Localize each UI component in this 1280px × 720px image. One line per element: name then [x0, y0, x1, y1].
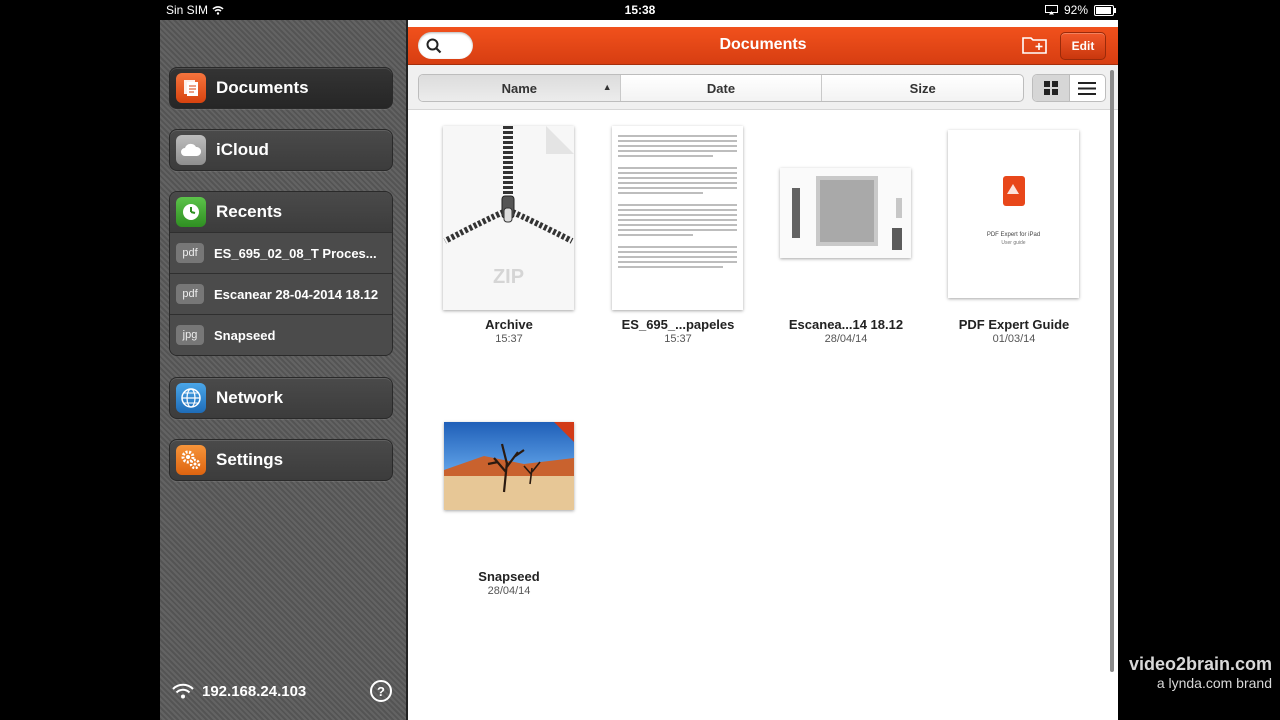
sidebar-item-label: Recents	[216, 202, 283, 221]
guide-thumbnail: PDF Expert for iPad User guide	[948, 130, 1079, 298]
sidebar-item-settings[interactable]: Settings	[169, 439, 393, 481]
file-name: Snapseed	[478, 569, 540, 584]
recent-item-name: ES_695_02_08_T Proces...	[214, 245, 377, 261]
edit-button[interactable]: Edit	[1060, 32, 1106, 60]
list-view-button[interactable]	[1070, 75, 1106, 101]
file-tile-es695[interactable]: ES_695_...papeles 15:37	[594, 120, 762, 350]
file-name: ES_695_...papeles	[621, 317, 735, 332]
sort-by-size[interactable]: Size	[822, 75, 1023, 101]
ip-address: 192.168.24.103	[202, 682, 307, 700]
watermark: video2brain.com a lynda.com brand	[1122, 654, 1272, 691]
grid-view-icon	[1043, 81, 1058, 95]
battery-percent: 92%	[1063, 3, 1088, 17]
recent-item-name: Escanear 28-04-2014 18.12	[214, 286, 379, 302]
sidebar-item-network[interactable]: Network	[169, 377, 393, 419]
recent-item[interactable]: pdf Escanear 28-04-2014 18.12	[170, 273, 392, 314]
sidebar-item-documents[interactable]: Documents	[169, 67, 393, 109]
guide-cover-title: PDF Expert for iPad	[986, 232, 1041, 238]
pdf-expert-logo	[1003, 176, 1025, 206]
recent-item[interactable]: pdf ES_695_02_08_T Proces...	[170, 232, 392, 273]
view-toggle	[1032, 74, 1106, 102]
help-icon[interactable]: ?	[370, 680, 392, 702]
file-name: PDF Expert Guide	[958, 317, 1070, 332]
sort-label: Date	[706, 80, 736, 96]
document-thumbnail	[612, 126, 743, 310]
file-date: 28/04/14	[487, 585, 531, 597]
file-type-badge: jpg	[176, 325, 204, 345]
zip-label: ZIP	[492, 266, 525, 288]
sort-bar: Name ▲ Date Size	[408, 65, 1118, 110]
battery-icon	[1094, 4, 1116, 16]
sort-by-name[interactable]: Name ▲	[419, 75, 621, 101]
file-tile-pdf-expert-guide[interactable]: PDF Expert for iPad User guide PDF Exper…	[930, 120, 1098, 350]
watermark-line2: a lynda.com brand	[1156, 675, 1272, 691]
sidebar-item-label: Documents	[216, 78, 309, 97]
sort-label: Name	[501, 80, 538, 96]
file-date: 15:37	[495, 333, 523, 345]
file-name: Archive	[485, 317, 533, 332]
screen-mirroring-icon	[1044, 5, 1058, 15]
globe-icon	[176, 383, 206, 413]
scan-thumbnail	[780, 168, 911, 258]
status-bar: Sin SIM 15:38 92%	[0, 0, 1280, 20]
file-date: 15:37	[664, 333, 692, 345]
zip-thumbnail: ZIP	[443, 126, 574, 310]
sidebar-item-label: Settings	[216, 450, 284, 469]
desert-photo	[444, 422, 574, 510]
clock-icon	[176, 197, 206, 227]
sidebar-item-label: Network	[216, 388, 284, 407]
sidebar-item-label: iCloud	[216, 140, 269, 159]
documents-icon	[176, 73, 206, 103]
sidebar-footer: 192.168.24.103 ?	[172, 680, 392, 702]
main-content: Documents Edit Name ▲ Date Size ZIP Arch…	[406, 20, 1118, 720]
scan-preview	[792, 176, 902, 250]
sidebar-item-recents[interactable]: Recents	[170, 192, 392, 232]
guide-cover-subtitle: User guide	[1001, 240, 1026, 246]
file-date: 28/04/14	[824, 333, 868, 345]
recent-item[interactable]: jpg Snapseed	[170, 314, 392, 355]
sort-by-date[interactable]: Date	[621, 75, 823, 101]
sort-ascending-icon: ▲	[602, 82, 612, 92]
recents-group: Recents pdf ES_695_02_08_T Proces... pdf…	[169, 191, 393, 356]
file-tile-archive[interactable]: ZIP Archive 15:37	[425, 120, 593, 350]
file-tile-snapseed[interactable]: Snapseed 28/04/14	[425, 422, 593, 652]
file-name: Escanea...14 18.12	[788, 317, 904, 332]
status-right: 92%	[1044, 3, 1116, 17]
sidebar: Documents iCloud Recents pdf ES_695_02_0…	[160, 20, 406, 720]
new-folder-icon[interactable]	[1022, 35, 1048, 55]
photo-thumbnail	[444, 422, 574, 510]
sidebar-item-icloud[interactable]: iCloud	[169, 129, 393, 171]
recent-item-name: Snapseed	[214, 327, 276, 343]
cloud-icon	[176, 135, 206, 165]
watermark-line1: video2brain.com	[1128, 654, 1272, 674]
file-tile-escanear[interactable]: Escanea...14 18.12 28/04/14	[762, 120, 930, 350]
grid-view-button[interactable]	[1033, 75, 1070, 101]
toolbar: Documents Edit	[408, 27, 1118, 65]
wifi-icon	[172, 683, 194, 699]
file-date: 01/03/14	[992, 333, 1036, 345]
file-type-badge: pdf	[176, 243, 204, 263]
list-view-icon	[1078, 81, 1097, 95]
sort-segmented-control: Name ▲ Date Size	[418, 74, 1024, 102]
scrollbar[interactable]	[1110, 70, 1114, 672]
sort-label: Size	[909, 80, 936, 96]
file-type-badge: pdf	[176, 284, 204, 304]
page-title: Documents	[719, 36, 807, 53]
gears-icon	[176, 445, 206, 475]
